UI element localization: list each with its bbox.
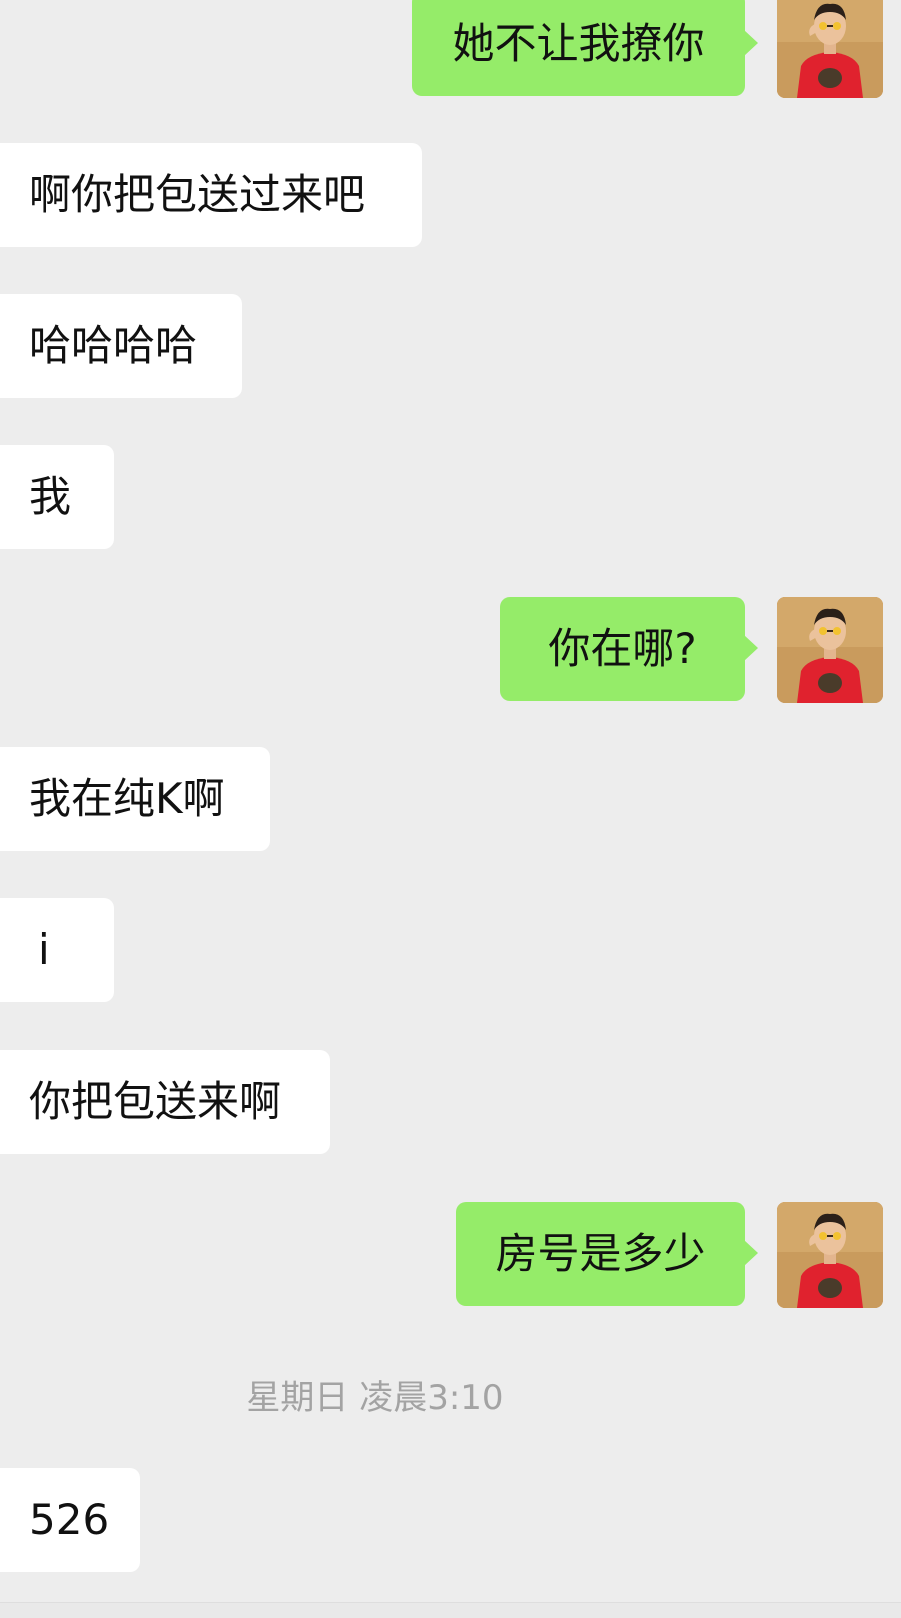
incoming-message-bubble[interactable]: 526 xyxy=(0,1468,140,1572)
input-bar-edge xyxy=(0,1602,901,1618)
outgoing-message-bubble[interactable]: 她不让我撩你 xyxy=(412,0,758,96)
user-avatar-icon xyxy=(777,1202,883,1308)
incoming-message-bubble[interactable]: 啊你把包送过来吧 xyxy=(0,143,422,247)
incoming-message-bubble[interactable]: 我在纯K啊 xyxy=(0,747,270,851)
message-timestamp: 星期日 凌晨3:10 xyxy=(246,1378,504,1418)
outgoing-message-bubble[interactable]: 你在哪? xyxy=(500,597,758,701)
outgoing-message-bubble[interactable]: 房号是多少 xyxy=(456,1202,758,1306)
user-avatar-icon xyxy=(777,597,883,703)
chat-message-list[interactable]: 她不让我撩你 啊你把包送过来吧 哈哈哈哈 我 你在哪? 我在纯K啊 i 你把包送… xyxy=(0,0,901,1618)
incoming-message-bubble[interactable]: 哈哈哈哈 xyxy=(0,294,242,398)
incoming-message-bubble[interactable]: 你把包送来啊 xyxy=(0,1050,330,1154)
avatar[interactable] xyxy=(777,597,883,703)
incoming-message-bubble[interactable]: 我 xyxy=(0,445,114,549)
avatar[interactable] xyxy=(777,0,883,98)
avatar[interactable] xyxy=(777,1202,883,1308)
incoming-message-bubble[interactable]: i xyxy=(0,898,114,1002)
user-avatar-icon xyxy=(777,0,883,98)
